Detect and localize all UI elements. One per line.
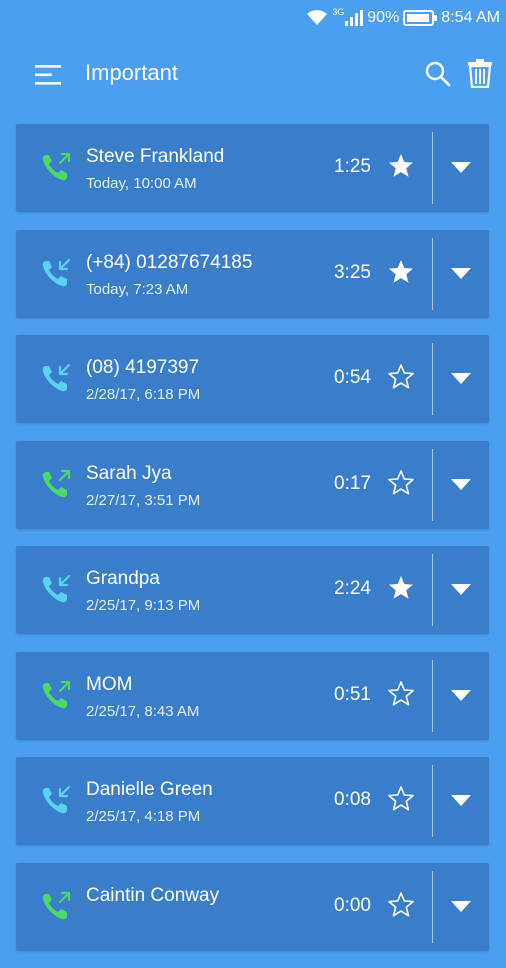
call-duration: 0:17 <box>334 472 371 494</box>
battery-percent: 90% <box>367 9 400 26</box>
chevron-down-icon[interactable] <box>448 365 474 391</box>
status-bar: 3G 90% 8:54 AM <box>0 0 506 36</box>
chevron-down-icon[interactable] <box>448 576 474 602</box>
call-timestamp: 2/28/17, 6:18 PM <box>86 386 201 403</box>
contact-name: (+84) 01287674185 <box>86 251 253 273</box>
signal-icon <box>345 10 364 26</box>
chevron-down-icon[interactable] <box>448 682 474 708</box>
divider <box>432 448 433 521</box>
call-timestamp: 2/25/17, 8:43 AM <box>86 702 200 720</box>
divider <box>432 237 433 310</box>
chevron-down-icon[interactable] <box>448 154 474 180</box>
call-duration: 1:25 <box>334 156 371 177</box>
call-timestamp: 2/25/17, 4:18 PM <box>86 808 201 825</box>
contact-name: MOM <box>86 673 133 695</box>
call-duration: 0:00 <box>334 894 371 916</box>
star-outline-icon[interactable] <box>387 469 415 497</box>
call-list-item[interactable]: Sarah Jya 2/27/17, 3:51 PM 0:17 <box>16 440 489 529</box>
contact-name: Danielle Green <box>86 779 213 800</box>
outgoing-call-icon <box>42 152 71 181</box>
call-list: Steve Frankland Today, 10:00 AM 1:25 (+84) … <box>16 124 489 968</box>
call-list-item[interactable]: (08) 4197397 2/28/17, 6:18 PM 0:54 <box>16 335 489 423</box>
call-duration: 0:51 <box>334 683 371 705</box>
call-duration: 3:25 <box>334 261 371 283</box>
divider <box>432 659 433 732</box>
divider <box>432 870 433 943</box>
call-list-item[interactable]: (+84) 01287674185 Today, 7:23 AM 3:25 <box>16 229 489 318</box>
contact-name: (08) 4197397 <box>86 357 200 378</box>
network-type: 3G <box>332 7 345 17</box>
star-outline-icon[interactable] <box>387 891 415 919</box>
divider <box>432 132 433 204</box>
star-filled-icon[interactable] <box>387 574 415 602</box>
battery-icon <box>403 10 438 26</box>
call-timestamp: 2/25/17, 9:13 PM <box>86 597 201 614</box>
call-list-item[interactable]: Danielle Green 2/25/17, 4:18 PM 0:08 <box>16 757 489 845</box>
star-outline-icon[interactable] <box>387 785 415 813</box>
outgoing-call-icon <box>42 891 71 919</box>
incoming-call-icon <box>42 363 71 392</box>
divider <box>432 554 433 626</box>
call-list-item[interactable]: Steve Frankland Today, 10:00 AM 1:25 <box>16 124 489 212</box>
star-filled-icon[interactable] <box>387 152 415 180</box>
call-timestamp: 2/27/17, 3:51 PM <box>86 491 201 509</box>
trash-icon[interactable] <box>466 58 494 88</box>
divider <box>432 343 433 415</box>
incoming-call-icon <box>42 785 71 814</box>
chevron-down-icon[interactable] <box>448 893 474 919</box>
call-duration: 0:08 <box>334 789 371 810</box>
outgoing-call-icon <box>42 680 71 708</box>
incoming-call-icon <box>42 258 71 286</box>
call-list-item[interactable]: MOM 2/25/17, 8:43 AM 0:51 <box>16 651 489 740</box>
call-list-item[interactable]: Caintin Conway 0:00 <box>16 862 489 951</box>
chevron-down-icon[interactable] <box>448 260 474 286</box>
incoming-call-icon <box>42 574 71 603</box>
contact-name: Grandpa <box>86 568 160 589</box>
call-timestamp: Today, 7:23 AM <box>86 280 189 298</box>
star-filled-icon[interactable] <box>387 258 415 286</box>
contact-name: Caintin Conway <box>86 884 220 906</box>
star-outline-icon[interactable] <box>387 363 415 391</box>
app-bar: Important <box>0 40 506 108</box>
divider <box>432 765 433 837</box>
page-title: Important <box>85 60 178 85</box>
contact-name: Sarah Jya <box>86 462 172 484</box>
call-duration: 2:24 <box>334 578 371 599</box>
chevron-down-icon[interactable] <box>448 471 474 497</box>
call-timestamp: Today, 10:00 AM <box>86 175 197 192</box>
chevron-down-icon[interactable] <box>448 787 474 813</box>
outgoing-call-icon <box>42 469 71 497</box>
search-icon[interactable] <box>424 60 452 88</box>
menu-icon[interactable] <box>32 62 64 88</box>
call-duration: 0:54 <box>334 367 371 388</box>
call-list-item[interactable]: Grandpa 2/25/17, 9:13 PM 2:24 <box>16 546 489 634</box>
contact-name: Steve Frankland <box>86 146 225 167</box>
wifi-icon <box>307 10 328 25</box>
star-outline-icon[interactable] <box>387 680 415 708</box>
clock: 8:54 AM <box>441 9 500 26</box>
